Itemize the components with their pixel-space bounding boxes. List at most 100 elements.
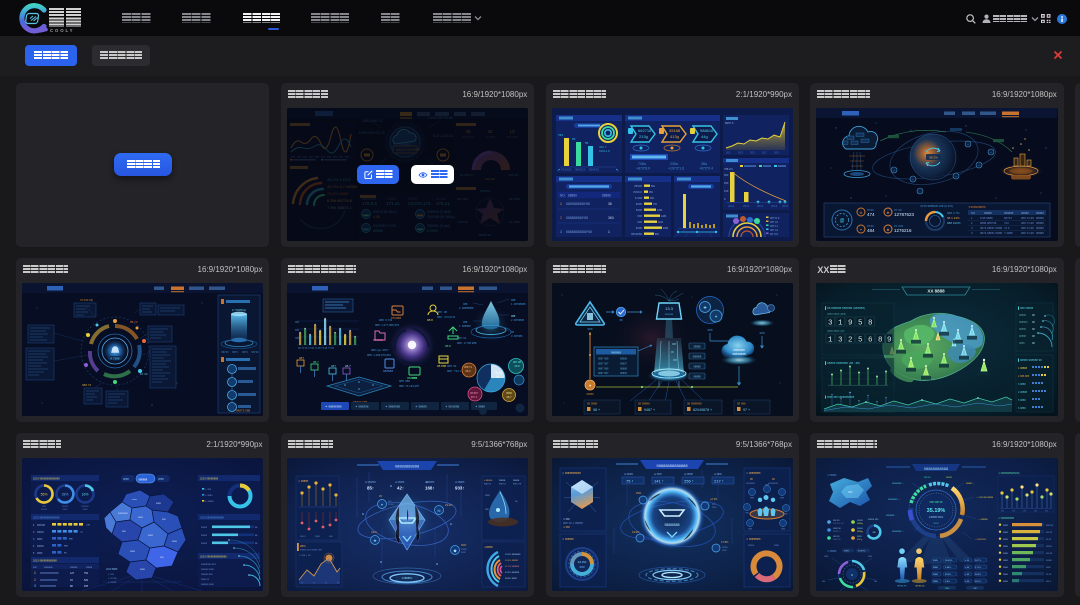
svg-text:9889: 9889 — [37, 538, 43, 541]
svg-text:39188: 39188 — [669, 128, 681, 133]
svg-text:5 9888: 5 9888 — [1018, 399, 1026, 402]
svg-text:205: 205 — [750, 150, 755, 154]
svg-text:9888888: 9888888 — [664, 314, 673, 316]
svg-text:988616: 988616 — [700, 128, 714, 133]
svg-text:✦ 98888888988(98): ✦ 98888888988(98) — [998, 472, 1020, 475]
svg-text:98888: 98888 — [722, 547, 728, 549]
svg-text:✦ 988: ✦ 988 — [563, 518, 570, 521]
svg-text:8-98.9888: 8-98.9888 — [980, 216, 993, 220]
svg-text:✦ 98888: ✦ 98888 — [205, 500, 214, 503]
svg-text:9888: 9888 — [824, 556, 828, 558]
svg-text:207: 207 — [762, 150, 767, 154]
svg-text:28%: 28% — [62, 492, 69, 496]
svg-text:988-73-98: 988-73-98 — [1021, 226, 1034, 230]
svg-text:5: 5 — [858, 336, 863, 344]
svg-text:97b988: 97b988 — [391, 316, 401, 320]
svg-text:988: 988 — [587, 327, 592, 331]
svg-text:988888888: 988888888 — [768, 483, 779, 485]
svg-text:2: 2 — [34, 578, 36, 582]
svg-text:98 988: 98 988 — [737, 401, 746, 405]
svg-text:9888: 9888 — [63, 509, 69, 511]
svg-text:98733: 98733 — [251, 350, 259, 354]
svg-text:2011: 2011 — [728, 204, 734, 208]
svg-text:9888: 9888 — [1003, 553, 1009, 555]
svg-text:988: 988 — [1045, 510, 1048, 512]
svg-text:9887 988: 9887 988 — [598, 357, 609, 360]
svg-text:987.2: 987.2 — [471, 395, 478, 399]
svg-text:19.9%: 19.9% — [632, 530, 640, 534]
svg-text:988: 93: 988: 93 — [447, 364, 457, 368]
svg-text:988 98: 988 98 — [1046, 553, 1053, 555]
svg-text:9887 987: 9887 987 — [598, 372, 609, 375]
svg-text:98898888: 98898888 — [732, 352, 746, 356]
svg-text:16%: 16% — [82, 492, 89, 496]
svg-text:988 9: 988 9 — [1046, 581, 1052, 583]
svg-text:987.34: 987.34 — [770, 220, 778, 224]
svg-text:9.72%: 9.72% — [975, 567, 981, 569]
svg-text:9888: 9888 — [1003, 525, 1009, 527]
svg-text:55: 55 — [585, 141, 589, 145]
svg-text:13.3: 13.3 — [665, 306, 674, 311]
svg-text:9888: 9888 — [123, 477, 129, 481]
svg-text:98888: 98888 — [693, 344, 701, 348]
svg-text:— 988888: — 988888 — [978, 519, 988, 521]
svg-text:38a: 38a — [701, 162, 707, 166]
svg-text:9888: 9888 — [747, 528, 751, 530]
svg-text:✦98888 988✦: ✦98888 988✦ — [929, 516, 944, 519]
svg-text:98888888: 98888888 — [118, 513, 129, 515]
svg-text:988: 988 — [295, 321, 300, 324]
svg-text:98888: 98888 — [1019, 328, 1027, 331]
svg-text:98888: 98888 — [1036, 231, 1044, 235]
svg-text:88998: 88998 — [634, 184, 642, 188]
svg-text:✦ 98888: ✦ 98888 — [298, 479, 309, 483]
svg-text:98888: 98888 — [693, 364, 701, 368]
svg-text:75 ↑: 75 ↑ — [626, 478, 634, 483]
svg-text:98 98.2%: 98 98.2% — [916, 585, 925, 587]
svg-text:987: 987 — [299, 356, 304, 360]
svg-text:✦ 98888: ✦ 98888 — [827, 474, 837, 477]
svg-text:98888: 98888 — [946, 477, 953, 479]
svg-text:484: 484 — [867, 228, 875, 233]
svg-text:⊕ 98888: ⊕ 98888 — [395, 481, 405, 484]
svg-text:98888888: 98888888 — [664, 523, 679, 527]
svg-text:9888: 9888 — [1003, 560, 1009, 562]
svg-text:98888888888888: 98888888888888 — [656, 462, 688, 467]
svg-text:9888 98: 9888 98 — [833, 528, 841, 530]
svg-text:988: 988 — [1023, 510, 1026, 512]
svg-text:4733 988998.108 (9.3%): 4733 988998.108 (9.3%) — [920, 204, 953, 208]
svg-text:⊕ 9888: ⊕ 9888 — [714, 473, 722, 476]
svg-text:2019 888888888888: 2019 888888888888 — [200, 515, 224, 519]
svg-text:8987.5: 8987.5 — [725, 121, 734, 125]
svg-text:43.3% 988888: 43.3% 988888 — [505, 572, 520, 574]
svg-text:9888 8888 (888): 9888 8888 (888) — [827, 312, 846, 316]
svg-text:9 8 8: 9 8 8 — [934, 523, 940, 525]
svg-text:988: 988 — [463, 320, 468, 324]
svg-text:9888888: 9888888 — [44, 566, 53, 568]
svg-text:98887 9: 98887 9 — [833, 531, 841, 533]
svg-text:988: 91: 988: 91 — [457, 336, 467, 340]
svg-text:9888: 9888 — [485, 495, 491, 497]
svg-text:98888: 98888 — [41, 509, 48, 511]
svg-text:98888: 98888 — [1036, 226, 1044, 230]
svg-text:85↑: 85↑ — [367, 485, 374, 490]
svg-text:✦ 98888888: ✦ 98888888 — [746, 537, 761, 541]
svg-text:9888: 9888 — [1003, 546, 1009, 548]
svg-text:▌98888 988888 98: ▌98888 988888 98 — [1018, 358, 1042, 362]
svg-text:988.78: 988.78 — [484, 483, 491, 485]
svg-text:9888: 9888 — [156, 503, 162, 505]
svg-text:✦ 988898: ✦ 988898 — [355, 404, 369, 408]
svg-text:8.7988: 8.7988 — [111, 356, 121, 360]
svg-text:98888 →: 98888 → — [966, 483, 974, 485]
svg-text:7.3988: 7.3988 — [1004, 231, 1013, 235]
svg-text:2: 2 — [848, 336, 853, 344]
svg-text:98888:: 98888: — [499, 480, 506, 482]
svg-text:✦ 98888888888: ✦ 98888888888 — [562, 471, 581, 475]
svg-text:GEN: GEN — [371, 530, 377, 534]
svg-text:988888: 988888 — [383, 369, 393, 373]
svg-text:98898: 98898 — [37, 545, 44, 548]
svg-text:3: 3 — [828, 319, 833, 327]
svg-text:987.98: 987.98 — [513, 360, 521, 364]
svg-text:1: 1 — [560, 202, 562, 206]
svg-text:9888: 9888 — [868, 556, 872, 558]
svg-text:98.7%: 98.7% — [975, 560, 981, 562]
